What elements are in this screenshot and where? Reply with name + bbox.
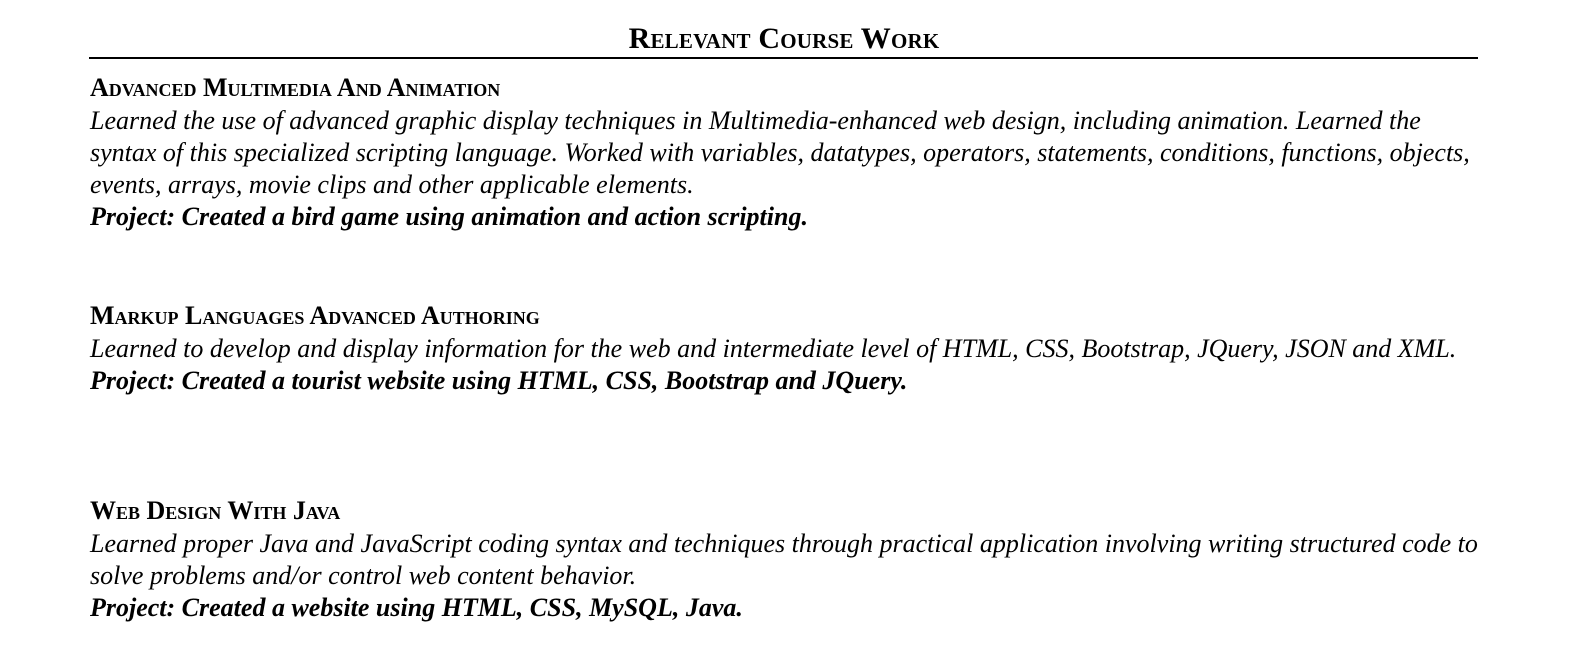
course-entry: Web Design With Java Learned proper Java… — [90, 496, 1490, 624]
course-entry: Markup Languages Advanced Authoring Lear… — [90, 301, 1490, 397]
section-divider — [89, 57, 1478, 59]
course-project: Project: Created a bird game using anima… — [90, 202, 808, 231]
course-title: Advanced Multimedia And Animation — [90, 73, 501, 102]
course-description: Learned the use of advanced graphic disp… — [90, 106, 1470, 199]
course-description: Learned to develop and display informati… — [90, 334, 1457, 363]
course-project: Project: Created a website using HTML, C… — [90, 593, 743, 622]
section-title: Relevant Course Work — [628, 22, 940, 55]
course-description: Learned proper Java and JavaScript codin… — [90, 529, 1478, 590]
course-title: Markup Languages Advanced Authoring — [90, 301, 540, 330]
course-entry: Advanced Multimedia And Animation Learne… — [90, 73, 1490, 233]
resume-page: Relevant Course Work Advanced Multimedia… — [0, 0, 1596, 668]
course-project: Project: Created a tourist website using… — [90, 366, 908, 395]
course-title: Web Design With Java — [90, 496, 341, 525]
